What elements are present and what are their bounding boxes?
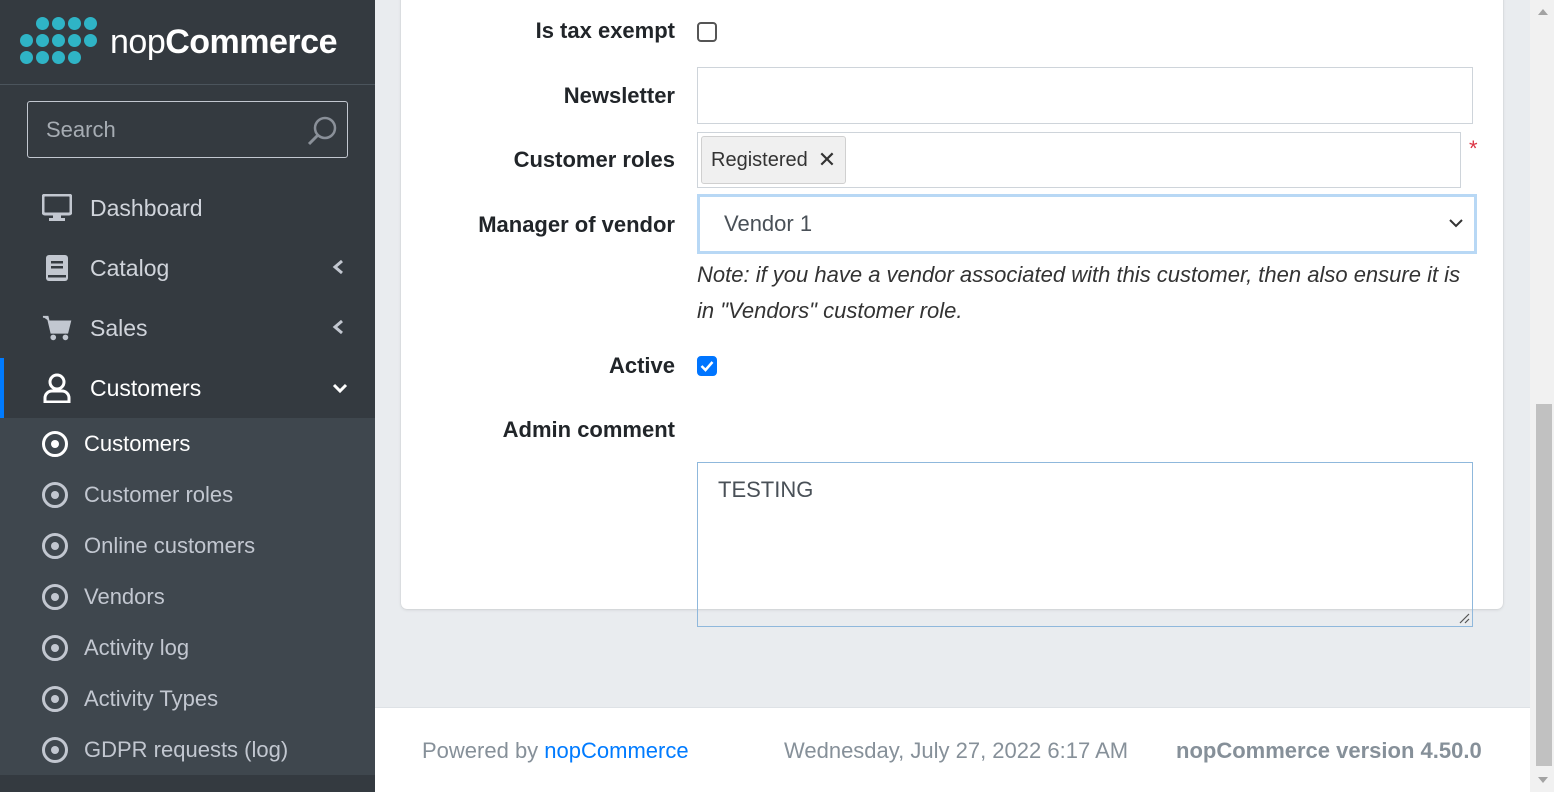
customer-info-card: Is tax exempt Newsletter Customer roles … (401, 0, 1503, 627)
customer-roles-field[interactable]: Registered ✕ (697, 132, 1461, 188)
circle-dot-icon (42, 583, 68, 610)
customer-roles-label: Customer roles (513, 147, 675, 172)
search-input[interactable] (46, 116, 296, 143)
sidebar-subitem-activity-types[interactable]: Activity Types (0, 673, 375, 724)
required-marker: * (1469, 136, 1478, 161)
sidebar-search (27, 101, 348, 158)
sidebar-item-label: Customers (90, 374, 202, 401)
circle-dot-icon (42, 430, 68, 457)
chevron-left-icon (332, 259, 343, 275)
sidebar-item-sales[interactable]: Sales (0, 298, 375, 358)
scrollbar-thumb[interactable] (1536, 404, 1552, 766)
checkmark-icon (700, 361, 714, 372)
selected-vendor: Vendor 1 (724, 211, 813, 236)
sidebar-subitem-vendors[interactable]: Vendors (0, 571, 375, 622)
newsletter-field[interactable] (697, 67, 1473, 124)
manager-of-vendor-label: Manager of vendor (478, 212, 675, 237)
admin-comment-label: Admin comment (502, 417, 675, 442)
sidebar-subitem-label: Customer roles (84, 481, 234, 507)
sidebar-item-dashboard[interactable]: Dashboard (0, 178, 375, 238)
sidebar-subitem-label: Online customers (84, 532, 256, 558)
scroll-down-arrow-icon[interactable] (1536, 774, 1550, 786)
chevron-down-icon (1449, 219, 1463, 228)
role-tag-label: Registered (711, 148, 808, 171)
powered-by: Powered by nopCommerce (422, 738, 689, 763)
chevron-down-icon (332, 383, 348, 394)
newsletter-label: Newsletter (563, 83, 675, 108)
sidebar-item-label: Catalog (90, 254, 170, 281)
sidebar-submenu-customers: Customers Customer roles Online customer… (0, 418, 375, 775)
circle-dot-icon (42, 634, 68, 661)
logo-dots-icon (20, 17, 100, 67)
user-icon (42, 373, 72, 403)
footer-version: nopCommerce version 4.50.0 (1176, 738, 1482, 763)
resize-grip-icon[interactable] (1458, 612, 1470, 624)
nopcommerce-link[interactable]: nopCommerce (544, 738, 688, 763)
monitor-icon (42, 193, 72, 223)
circle-dot-icon (42, 481, 68, 508)
sidebar-subitem-label: Activity log (84, 634, 190, 660)
brand-name: nopCommerce (110, 22, 337, 61)
sidebar: nopCommerce Dashboard Catalog Sales (0, 0, 375, 792)
admin-comment-value: TESTING (718, 477, 814, 502)
active-checkbox[interactable] (697, 356, 717, 376)
circle-dot-icon (42, 685, 68, 712)
book-icon (42, 253, 72, 283)
chevron-left-icon (332, 319, 343, 335)
sidebar-nav: Dashboard Catalog Sales Customers Custom… (0, 178, 375, 775)
footer: Powered by nopCommerce Wednesday, July 2… (375, 707, 1530, 792)
active-label: Active (608, 353, 675, 378)
sidebar-subitem-gdpr-requests[interactable]: GDPR requests (log) (0, 724, 375, 775)
brand-logo[interactable]: nopCommerce (0, 0, 375, 85)
sidebar-item-label: Sales (90, 314, 148, 341)
tax-exempt-label: Is tax exempt (535, 18, 675, 43)
circle-dot-icon (42, 532, 68, 559)
admin-comment-textarea[interactable]: TESTING (697, 462, 1473, 627)
sidebar-subitem-activity-log[interactable]: Activity log (0, 622, 375, 673)
vendor-note: Note: if you have a vendor associated wi… (697, 262, 1461, 323)
footer-datetime: Wednesday, July 27, 2022 6:17 AM (784, 738, 1129, 763)
manager-of-vendor-select[interactable]: Vendor 1 (697, 194, 1477, 254)
sidebar-subitem-customer-roles[interactable]: Customer roles (0, 469, 375, 520)
sidebar-subitem-label: Vendors (84, 583, 165, 609)
sidebar-item-catalog[interactable]: Catalog (0, 238, 375, 298)
sidebar-subitem-label: Activity Types (84, 685, 219, 711)
role-tag-registered: Registered ✕ (701, 136, 847, 184)
sidebar-item-label: Dashboard (90, 194, 203, 221)
scroll-up-arrow-icon[interactable] (1536, 6, 1550, 18)
sidebar-subitem-label: GDPR requests (log) (84, 736, 289, 762)
remove-tag-icon[interactable]: ✕ (818, 147, 836, 173)
page-scrollbar[interactable] (1530, 0, 1554, 792)
search-icon[interactable] (305, 114, 339, 148)
sidebar-subitem-label: Customers (84, 430, 191, 456)
sidebar-subitem-online-customers[interactable]: Online customers (0, 520, 375, 571)
sidebar-item-customers[interactable]: Customers (0, 358, 375, 418)
tax-exempt-checkbox[interactable] (697, 22, 717, 42)
circle-dot-icon (42, 736, 68, 763)
sidebar-subitem-customers[interactable]: Customers (0, 418, 375, 469)
cart-icon (42, 313, 72, 343)
